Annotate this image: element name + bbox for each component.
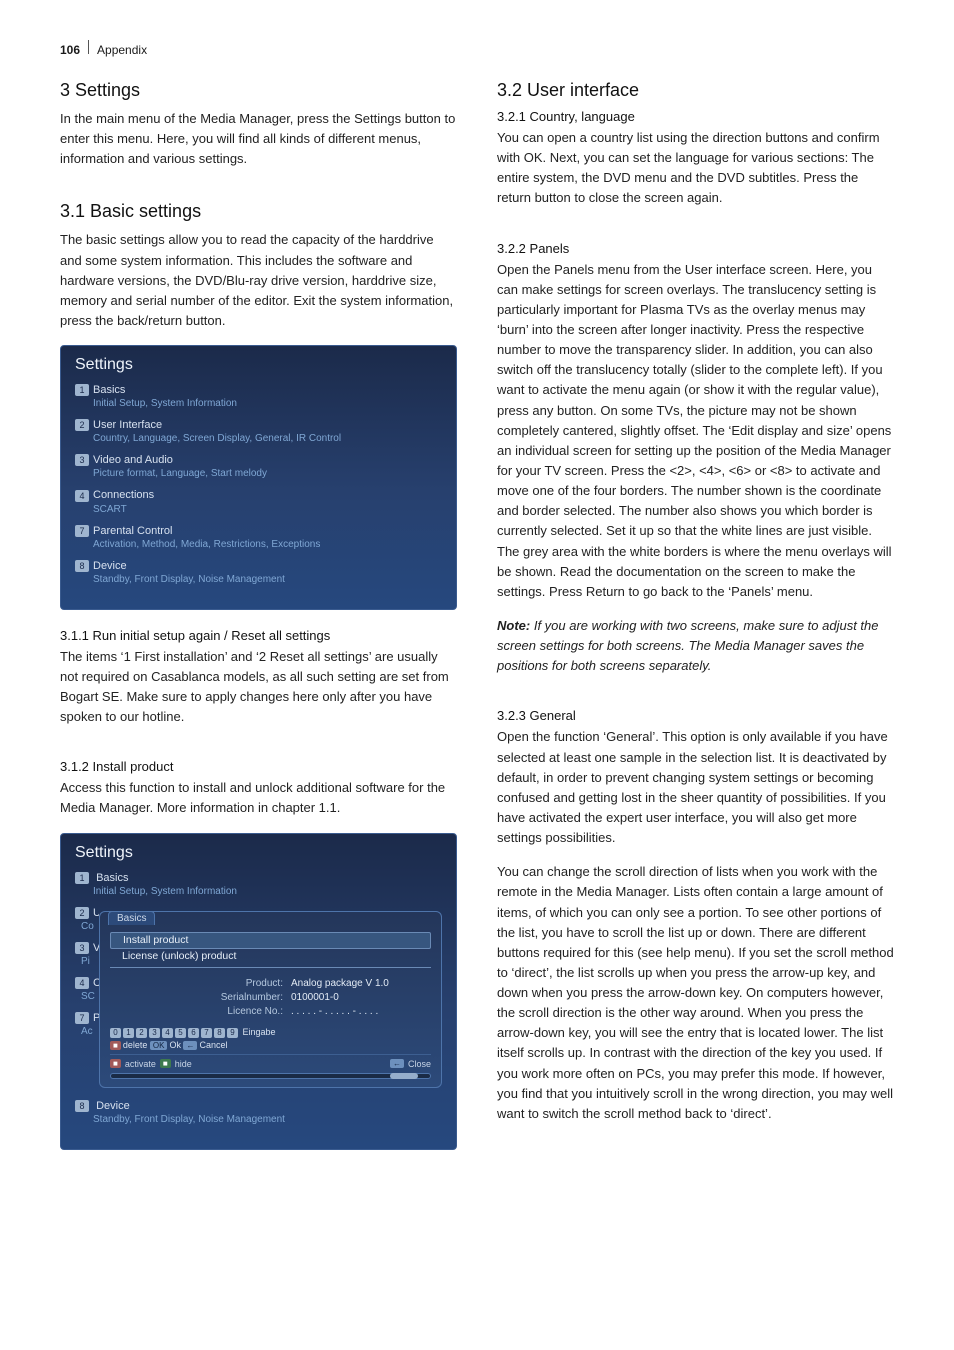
settings-panel-screenshot-1: Settings 1 Basics Initial Setup, System In… (60, 345, 457, 610)
panel1-item: 2 User Interface Country, Language, Screen… (75, 419, 442, 444)
panel2-item-2-trunc: 2Us Co (75, 907, 99, 932)
panel2-item-device: 8 Device Standby, Front Display, Noise M… (75, 1100, 442, 1125)
panel2-item-1-badge: 1 (75, 872, 89, 884)
panel1-item-sub: Standby, Front Display, Noise Management (75, 574, 442, 585)
header-section: Appendix (97, 43, 147, 57)
panel2-item-7-trunc: 7Pa Ac (75, 1012, 99, 1037)
panel2-item-8-badge: 8 (75, 1100, 89, 1112)
digit-badge: 7 (201, 1028, 212, 1038)
digit-badge: 9 (227, 1028, 238, 1038)
digit-badge: 8 (214, 1028, 225, 1038)
para-3-2-1: You can open a country list using the di… (497, 128, 894, 209)
panel1-item: 3 Video and Audio Picture format, Language… (75, 454, 442, 479)
panel1-item-sub: Initial Setup, System Information (75, 398, 442, 409)
para-3-2-3a: Open the function ‘General’. This option… (497, 727, 894, 848)
panel1-item-head: Basics (93, 384, 125, 396)
para-3-1-1: The items ‘1 First installation’ and ‘2 … (60, 647, 457, 728)
heading-3-2-1: 3.2.1 Country, language (497, 109, 894, 124)
panel2-digits-row: 0123456789 Eingabe (110, 1027, 431, 1038)
settings-panel-screenshot-2: Settings 1 Basics Initial Setup, System … (60, 833, 457, 1150)
footer-red-chip: ■ (110, 1059, 121, 1068)
panel2-dialog: Basics Install product License (unlock) … (99, 911, 442, 1088)
left-column: 3 Settings In the main menu of the Media… (60, 80, 457, 1168)
panel1-item-badge: 1 (75, 384, 89, 396)
note-body: If you are working with two screens, mak… (497, 618, 879, 673)
panel1-item-head: Parental Control (93, 525, 173, 537)
right-column: 3.2 User interface 3.2.1 Country, langua… (497, 80, 894, 1168)
ok-chip: OK (150, 1041, 168, 1050)
heading-3-2-ui: 3.2 User interface (497, 80, 894, 101)
panel2-slider-thumb (390, 1073, 418, 1079)
panel1-item-sub: Country, Language, Screen Display, Gener… (75, 433, 442, 444)
panel2-btn-row: ■delete OKOk ←Cancel (110, 1040, 431, 1050)
header-divider (88, 40, 89, 54)
digit-badge: 4 (162, 1028, 173, 1038)
panel2-item-3-trunc: 3Vi Pi (75, 942, 99, 967)
heading-3-1-basic: 3.1 Basic settings (60, 201, 457, 222)
panel1-item-sub: SCART (75, 504, 442, 515)
panel1-item-badge: 4 (75, 490, 89, 502)
heading-3-1-1: 3.1.1 Run initial setup again / Reset al… (60, 628, 457, 643)
panel2-item-8-head: Device (96, 1100, 130, 1112)
heading-3-2-3: 3.2.3 General (497, 708, 894, 723)
panel1-title: Settings (75, 356, 442, 374)
page-number: 106 (60, 43, 80, 57)
para-3-1-basic: The basic settings allow you to read the… (60, 230, 457, 331)
para-note: Note: If you are working with two screen… (497, 616, 894, 676)
panel1-item-head: Video and Audio (93, 454, 173, 466)
panel1-item: 8 Device Standby, Front Display, Noise Man… (75, 560, 442, 585)
digit-badge: 6 (188, 1028, 199, 1038)
panel2-dialog-opt1: Install product (110, 932, 431, 950)
para-3-2-3b: You can change the scroll direction of l… (497, 862, 894, 1124)
panel1-item-badge: 8 (75, 560, 89, 572)
para-3-2-2: Open the Panels menu from the User inter… (497, 260, 894, 602)
panel2-slider (110, 1073, 431, 1079)
footer-close-chip: ← (390, 1059, 404, 1068)
panel1-item-sub: Picture format, Language, Start melody (75, 468, 442, 479)
panel1-item-head: User Interface (93, 419, 162, 431)
panel2-dialog-tab: Basics (108, 911, 155, 925)
panel2-dialog-opt2: License (unlock) product (110, 949, 431, 965)
para-3-1-2: Access this function to install and unlo… (60, 778, 457, 818)
panel1-item-sub: Activation, Method, Media, Restrictions,… (75, 539, 442, 550)
panel2-item-4-trunc: 4Co SC (75, 977, 99, 1002)
panel1-item-head: Device (93, 560, 127, 572)
panel2-item-8-sub: Standby, Front Display, Noise Management (75, 1114, 442, 1125)
two-column-layout: 3 Settings In the main menu of the Media… (60, 80, 894, 1168)
cancel-chip: ← (183, 1041, 197, 1050)
panel1-item-head: Connections (93, 489, 154, 501)
panel1-item: 7 Parental Control Activation, Method, Med… (75, 525, 442, 550)
heading-3-2-2: 3.2.2 Panels (497, 241, 894, 256)
digit-badge: 0 (110, 1028, 121, 1038)
panel2-kv-licence: Licence No.: . . . . . - . . . . . - . .… (110, 1006, 431, 1017)
heading-3-settings: 3 Settings (60, 80, 457, 101)
panel1-item-badge: 7 (75, 525, 89, 537)
panel2-kv-product: Product: Analog package V 1.0 (110, 978, 431, 989)
panel1-item-badge: 3 (75, 454, 89, 466)
digit-badge: 1 (123, 1028, 134, 1038)
panel1-item: 4 Connections SCART (75, 489, 442, 514)
heading-3-1-2: 3.1.2 Install product (60, 759, 457, 774)
panel2-kv-serial: Serialnumber: 0100001-0 (110, 992, 431, 1003)
panel2-item-basics: 1 Basics Initial Setup, System Informati… (75, 872, 442, 897)
digit-badge: 5 (175, 1028, 186, 1038)
panel2-dialog-select: Install product License (unlock) product (110, 932, 431, 969)
panel2-item-1-head: Basics (96, 872, 128, 884)
digit-badge: 3 (149, 1028, 160, 1038)
page-header: 106 Appendix (60, 40, 147, 57)
panel2-item-1-sub: Initial Setup, System Information (75, 886, 442, 897)
para-3-settings: In the main menu of the Media Manager, p… (60, 109, 457, 169)
footer-green-chip: ■ (160, 1059, 171, 1068)
note-label: Note: (497, 618, 530, 633)
delete-chip: ■ (110, 1041, 121, 1050)
panel1-item: 1 Basics Initial Setup, System Information (75, 384, 442, 409)
panel1-item-badge: 2 (75, 419, 89, 431)
digit-badge: 2 (136, 1028, 147, 1038)
panel2-footer-row: ■activate ■hide ←Close (110, 1054, 431, 1069)
panel2-title: Settings (75, 844, 442, 862)
